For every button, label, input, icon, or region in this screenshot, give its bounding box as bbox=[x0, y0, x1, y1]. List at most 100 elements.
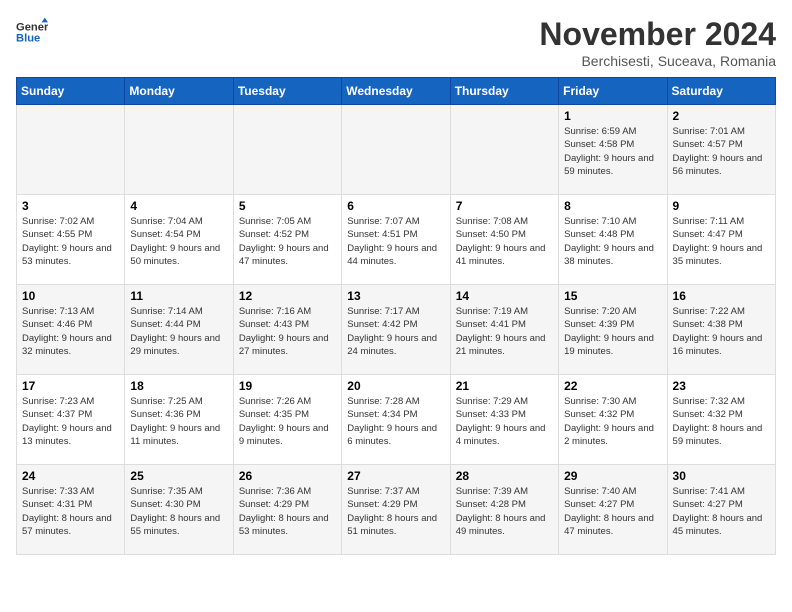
day-number: 11 bbox=[130, 289, 227, 303]
day-info: Sunrise: 7:40 AM Sunset: 4:27 PM Dayligh… bbox=[564, 485, 661, 538]
month-title: November 2024 bbox=[539, 16, 776, 53]
calendar-cell: 1Sunrise: 6:59 AM Sunset: 4:58 PM Daylig… bbox=[559, 105, 667, 195]
weekday-header-thursday: Thursday bbox=[450, 78, 558, 105]
calendar-cell: 26 Sunrise: 7:36 AM Sunset: 4:29 PM Dayli… bbox=[233, 465, 341, 555]
day-info: Sunrise: 6:59 AM Sunset: 4:58 PM Dayligh… bbox=[564, 125, 661, 178]
calendar-cell: 23Sunrise: 7:32 AM Sunset: 4:32 PM Dayli… bbox=[667, 375, 775, 465]
calendar-cell bbox=[125, 105, 233, 195]
svg-text:Blue: Blue bbox=[16, 33, 40, 45]
page-header: General Blue November 2024 Berchisesti, … bbox=[16, 16, 776, 69]
calendar-cell: 17Sunrise: 7:23 AM Sunset: 4:37 PM Dayli… bbox=[17, 375, 125, 465]
day-info: Sunrise: 7:11 AM Sunset: 4:47 PM Dayligh… bbox=[673, 215, 770, 268]
calendar-table: SundayMondayTuesdayWednesdayThursdayFrid… bbox=[16, 77, 776, 555]
day-number: 28 bbox=[456, 469, 553, 483]
calendar-cell: 4Sunrise: 7:04 AM Sunset: 4:54 PM Daylig… bbox=[125, 195, 233, 285]
day-number: 16 bbox=[673, 289, 770, 303]
calendar-cell: 30 Sunrise: 7:41 AM Sunset: 4:27 PM Dayli… bbox=[667, 465, 775, 555]
day-info: Sunrise: 7:29 AM Sunset: 4:33 PM Dayligh… bbox=[456, 395, 553, 448]
day-info: Sunrise: 7:33 AM Sunset: 4:31 PM Dayligh… bbox=[22, 485, 119, 538]
calendar-cell bbox=[233, 105, 341, 195]
day-info: Sunrise: 7:07 AM Sunset: 4:51 PM Dayligh… bbox=[347, 215, 444, 268]
day-info: Sunrise: 7:01 AM Sunset: 4:57 PM Dayligh… bbox=[673, 125, 770, 178]
weekday-header-row: SundayMondayTuesdayWednesdayThursdayFrid… bbox=[17, 78, 776, 105]
day-info: Sunrise: 7:13 AM Sunset: 4:46 PM Dayligh… bbox=[22, 305, 119, 358]
calendar-cell: 25Sunrise: 7:35 AM Sunset: 4:30 PM Dayli… bbox=[125, 465, 233, 555]
day-info: Sunrise: 7:05 AM Sunset: 4:52 PM Dayligh… bbox=[239, 215, 336, 268]
day-number: 26 bbox=[239, 469, 336, 483]
day-number: 22 bbox=[564, 379, 661, 393]
calendar-cell: 9 Sunrise: 7:11 AM Sunset: 4:47 PM Daylig… bbox=[667, 195, 775, 285]
day-number: 30 bbox=[673, 469, 770, 483]
calendar-cell: 11 Sunrise: 7:14 AM Sunset: 4:44 PM Dayli… bbox=[125, 285, 233, 375]
day-info: Sunrise: 7:19 AM Sunset: 4:41 PM Dayligh… bbox=[456, 305, 553, 358]
weekday-header-tuesday: Tuesday bbox=[233, 78, 341, 105]
day-number: 19 bbox=[239, 379, 336, 393]
calendar-cell: 14 Sunrise: 7:19 AM Sunset: 4:41 PM Dayli… bbox=[450, 285, 558, 375]
day-number: 5 bbox=[239, 199, 336, 213]
day-number: 12 bbox=[239, 289, 336, 303]
day-number: 13 bbox=[347, 289, 444, 303]
calendar-cell: 19 Sunrise: 7:26 AM Sunset: 4:35 PM Dayli… bbox=[233, 375, 341, 465]
calendar-cell: 18 Sunrise: 7:25 AM Sunset: 4:36 PM Dayli… bbox=[125, 375, 233, 465]
week-row-5: 24 Sunrise: 7:33 AM Sunset: 4:31 PM Dayli… bbox=[17, 465, 776, 555]
calendar-cell: 13 Sunrise: 7:17 AM Sunset: 4:42 PM Dayli… bbox=[342, 285, 450, 375]
calendar-cell: 2 Sunrise: 7:01 AM Sunset: 4:57 PM Daylig… bbox=[667, 105, 775, 195]
calendar-cell bbox=[17, 105, 125, 195]
day-info: Sunrise: 7:17 AM Sunset: 4:42 PM Dayligh… bbox=[347, 305, 444, 358]
calendar-cell: 22 Sunrise: 7:30 AM Sunset: 4:32 PM Dayli… bbox=[559, 375, 667, 465]
calendar-cell: 21 Sunrise: 7:29 AM Sunset: 4:33 PM Dayli… bbox=[450, 375, 558, 465]
day-number: 18 bbox=[130, 379, 227, 393]
day-info: Sunrise: 7:25 AM Sunset: 4:36 PM Dayligh… bbox=[130, 395, 227, 448]
day-number: 20 bbox=[347, 379, 444, 393]
weekday-header-saturday: Saturday bbox=[667, 78, 775, 105]
day-info: Sunrise: 7:37 AM Sunset: 4:29 PM Dayligh… bbox=[347, 485, 444, 538]
calendar-cell: 29 Sunrise: 7:40 AM Sunset: 4:27 PM Dayli… bbox=[559, 465, 667, 555]
calendar-cell: 6Sunrise: 7:07 AM Sunset: 4:51 PM Daylig… bbox=[342, 195, 450, 285]
calendar-cell bbox=[450, 105, 558, 195]
week-row-4: 17Sunrise: 7:23 AM Sunset: 4:37 PM Dayli… bbox=[17, 375, 776, 465]
day-number: 27 bbox=[347, 469, 444, 483]
calendar-cell: 27 Sunrise: 7:37 AM Sunset: 4:29 PM Dayli… bbox=[342, 465, 450, 555]
weekday-header-sunday: Sunday bbox=[17, 78, 125, 105]
day-info: Sunrise: 7:14 AM Sunset: 4:44 PM Dayligh… bbox=[130, 305, 227, 358]
calendar-cell bbox=[342, 105, 450, 195]
day-number: 21 bbox=[456, 379, 553, 393]
day-info: Sunrise: 7:02 AM Sunset: 4:55 PM Dayligh… bbox=[22, 215, 119, 268]
day-number: 17 bbox=[22, 379, 119, 393]
weekday-header-friday: Friday bbox=[559, 78, 667, 105]
day-number: 15 bbox=[564, 289, 661, 303]
day-number: 3 bbox=[22, 199, 119, 213]
day-number: 14 bbox=[456, 289, 553, 303]
day-info: Sunrise: 7:36 AM Sunset: 4:29 PM Dayligh… bbox=[239, 485, 336, 538]
calendar-cell: 12Sunrise: 7:16 AM Sunset: 4:43 PM Dayli… bbox=[233, 285, 341, 375]
day-number: 24 bbox=[22, 469, 119, 483]
calendar-cell: 5 Sunrise: 7:05 AM Sunset: 4:52 PM Daylig… bbox=[233, 195, 341, 285]
calendar-cell: 15 Sunrise: 7:20 AM Sunset: 4:39 PM Dayli… bbox=[559, 285, 667, 375]
day-info: Sunrise: 7:04 AM Sunset: 4:54 PM Dayligh… bbox=[130, 215, 227, 268]
day-info: Sunrise: 7:28 AM Sunset: 4:34 PM Dayligh… bbox=[347, 395, 444, 448]
day-number: 2 bbox=[673, 109, 770, 123]
calendar-cell: 28Sunrise: 7:39 AM Sunset: 4:28 PM Dayli… bbox=[450, 465, 558, 555]
logo: General Blue bbox=[16, 16, 48, 48]
week-row-2: 3 Sunrise: 7:02 AM Sunset: 4:55 PM Daylig… bbox=[17, 195, 776, 285]
day-info: Sunrise: 7:30 AM Sunset: 4:32 PM Dayligh… bbox=[564, 395, 661, 448]
day-info: Sunrise: 7:22 AM Sunset: 4:38 PM Dayligh… bbox=[673, 305, 770, 358]
calendar-cell: 10Sunrise: 7:13 AM Sunset: 4:46 PM Dayli… bbox=[17, 285, 125, 375]
day-number: 9 bbox=[673, 199, 770, 213]
day-info: Sunrise: 7:20 AM Sunset: 4:39 PM Dayligh… bbox=[564, 305, 661, 358]
day-info: Sunrise: 7:32 AM Sunset: 4:32 PM Dayligh… bbox=[673, 395, 770, 448]
calendar-cell: 20 Sunrise: 7:28 AM Sunset: 4:34 PM Dayli… bbox=[342, 375, 450, 465]
day-info: Sunrise: 7:41 AM Sunset: 4:27 PM Dayligh… bbox=[673, 485, 770, 538]
day-number: 29 bbox=[564, 469, 661, 483]
title-area: November 2024 Berchisesti, Suceava, Roma… bbox=[539, 16, 776, 69]
weekday-header-monday: Monday bbox=[125, 78, 233, 105]
location-subtitle: Berchisesti, Suceava, Romania bbox=[539, 53, 776, 69]
day-number: 7 bbox=[456, 199, 553, 213]
weekday-header-wednesday: Wednesday bbox=[342, 78, 450, 105]
calendar-cell: 24 Sunrise: 7:33 AM Sunset: 4:31 PM Dayli… bbox=[17, 465, 125, 555]
week-row-1: 1Sunrise: 6:59 AM Sunset: 4:58 PM Daylig… bbox=[17, 105, 776, 195]
calendar-cell: 3 Sunrise: 7:02 AM Sunset: 4:55 PM Daylig… bbox=[17, 195, 125, 285]
svg-text:General: General bbox=[16, 21, 48, 33]
day-info: Sunrise: 7:26 AM Sunset: 4:35 PM Dayligh… bbox=[239, 395, 336, 448]
calendar-cell: 7Sunrise: 7:08 AM Sunset: 4:50 PM Daylig… bbox=[450, 195, 558, 285]
